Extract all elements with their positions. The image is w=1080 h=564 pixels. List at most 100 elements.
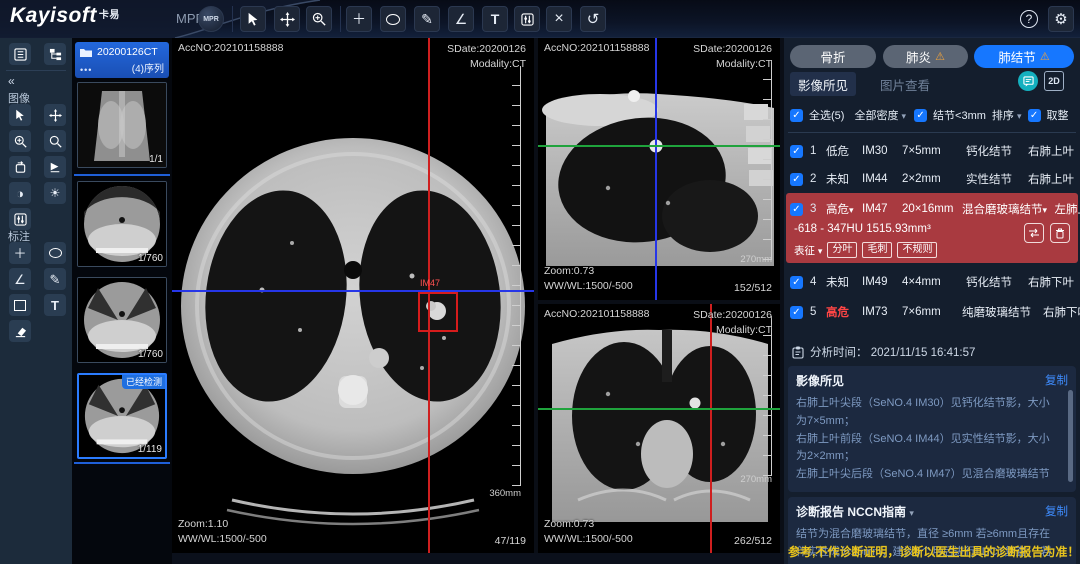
contrast-side-button[interactable]: ◑ (9, 182, 31, 204)
round-checkbox[interactable] (1028, 109, 1041, 122)
nodule-row-1[interactable]: 1 低危 IM30 7×5mm 钙化结节 右肺上叶 (786, 137, 1078, 165)
ellipse-icon (49, 248, 62, 258)
ellipse-tool-button[interactable] (380, 6, 406, 32)
copy-report-button[interactable]: 复制 (1045, 503, 1068, 519)
small-nodule-checkbox[interactable] (914, 109, 927, 122)
thumbnail-ct-2[interactable]: 1/760 (77, 277, 167, 363)
text-tool-button[interactable]: T (482, 6, 508, 32)
trash-icon (1055, 228, 1065, 239)
delete-nodule-button[interactable] (1050, 223, 1070, 243)
crosshair-icon: ＋ (352, 12, 366, 26)
brightness-side-button[interactable]: ☀ (44, 182, 66, 204)
sort-dropdown[interactable]: 排序 ▾ (992, 107, 1022, 123)
tab-image-view[interactable]: 图片查看 (872, 72, 938, 96)
viewport-axial[interactable]: IM47 360mm AccNO:202101158888 SDate:2020… (172, 38, 534, 553)
zoom-tool-button[interactable] (306, 6, 332, 32)
magnify-side-button[interactable] (44, 130, 66, 152)
pointer-tool-side-button[interactable] (9, 104, 31, 126)
zoom-in-side-button[interactable] (9, 130, 31, 152)
warning-icon: ⚠ (1040, 50, 1050, 63)
pointer-tool-button[interactable] (240, 6, 266, 32)
measure-tool-button[interactable]: ✎ (414, 6, 440, 32)
thumbnail-xray[interactable]: 1/1 (77, 82, 167, 168)
nodule-row-5[interactable]: 5 高危 IM73 7×6mm 纯磨玻璃结节 右肺下叶 (786, 298, 1078, 326)
nodule-row-2[interactable]: 2 未知 IM44 2×2mm 实性结节 右肺上叶 (786, 165, 1078, 193)
crosshair-horizontal-green[interactable] (538, 145, 780, 147)
app-logo: Kayisoft卡易 (10, 4, 120, 28)
mode-lung-nodule-button[interactable]: 肺结节⚠ (974, 45, 1074, 68)
cine-play-side-button[interactable] (44, 156, 66, 178)
type-dropdown[interactable]: 混合磨玻璃结节▾ (962, 201, 1047, 217)
layout-button[interactable] (9, 43, 31, 65)
levels-side-button[interactable] (9, 208, 31, 230)
crosshair-horizontal-blue[interactable] (172, 290, 534, 292)
crosshair-horizontal-green[interactable] (538, 408, 780, 410)
viewport-sagittal[interactable]: 270mm AccNO:202101158888 SDate:20200126M… (538, 38, 780, 300)
scale-ruler (512, 66, 520, 486)
text-icon: T (491, 12, 500, 26)
nodule-roi-box[interactable] (418, 292, 458, 332)
location-dropdown[interactable]: 左肺上叶▾ (1047, 201, 1080, 217)
swap-arrows-icon (1028, 228, 1040, 238)
zoom-in-icon (312, 12, 326, 26)
angle-tool-button[interactable]: ∠ (448, 6, 474, 32)
crosshair-icon: ＋ (13, 247, 26, 260)
swap-nodule-button[interactable] (1024, 223, 1044, 243)
risk-dropdown[interactable]: 高危▾ (826, 201, 862, 217)
nodule-checkbox[interactable] (790, 306, 803, 319)
crosshair-tool-button[interactable]: ＋ (346, 6, 372, 32)
nodule-row-3-main[interactable]: 3 高危▾ IM47 20×16mm 混合磨玻璃结节▾ 左肺上叶▾ (786, 195, 1078, 223)
reset-icon: ↺ (587, 12, 600, 27)
view-2d-toggle-button[interactable]: 2D (1044, 71, 1064, 91)
series-structure-button[interactable] (44, 43, 66, 65)
scale-ruler-label: 360mm (489, 488, 521, 499)
nodule-checkbox[interactable] (790, 203, 803, 216)
copy-findings-button[interactable]: 复制 (1045, 372, 1068, 388)
nodule-checkbox[interactable] (790, 276, 803, 289)
pointer-icon (246, 12, 260, 26)
study-header[interactable]: 20200126CT ••• (4)序列 (75, 42, 169, 78)
reset-button[interactable]: ↺ (580, 6, 606, 32)
thumbnail-ct-3-selected[interactable]: 已经检测 1/119 (77, 373, 167, 459)
select-all-checkbox[interactable] (790, 109, 803, 122)
mode-pneumonia-button[interactable]: 肺炎⚠ (883, 45, 968, 68)
series-thumbnail-panel: 20200126CT ••• (4)序列 1/1 (72, 38, 172, 564)
angle-annot-button[interactable]: ∠ (9, 268, 31, 290)
collapse-sidebar-button[interactable]: « (8, 74, 15, 88)
pan-icon (280, 12, 295, 27)
slice-index-overlay: 47/119 (495, 535, 526, 547)
rotate-side-button[interactable] (9, 156, 31, 178)
help-button[interactable]: ? (1016, 6, 1042, 32)
settings-button[interactable]: ⚙ (1048, 6, 1074, 32)
rectangle-icon (14, 300, 26, 311)
mode-fracture-button[interactable]: 骨折 (790, 45, 876, 68)
tab-findings[interactable]: 影像所见 (790, 72, 856, 96)
study-more-button[interactable]: ••• (80, 65, 92, 75)
pan-tool-side-button[interactable] (44, 104, 66, 126)
thumbnail-ct-1[interactable]: 1/760 (77, 181, 167, 267)
viewport-coronal[interactable]: 270mm AccNO:202101158888 SDate:20200126M… (538, 304, 780, 553)
nodule-checkbox[interactable] (790, 145, 803, 158)
report-bubble-button[interactable] (1018, 71, 1038, 91)
detected-badge: 已经检测 (122, 374, 166, 389)
close-tool-button[interactable]: × (546, 6, 572, 32)
crosshair-vertical-blue[interactable] (655, 38, 657, 300)
findings-scrollbar[interactable] (1068, 390, 1073, 482)
nodule-row-4[interactable]: 4 未知 IM49 4×4mm 钙化结节 右肺下叶 (786, 268, 1078, 296)
rect-annot-button[interactable] (9, 294, 31, 316)
gear-icon: ⚙ (1054, 12, 1067, 27)
mpr-mode-button[interactable]: MPR (198, 6, 224, 32)
density-filter-dropdown[interactable]: 全部密度 ▾ (854, 107, 906, 123)
pan-tool-button[interactable] (274, 6, 300, 32)
nodule-row-3-selected[interactable]: 3 高危▾ IM47 20×16mm 混合磨玻璃结节▾ 左肺上叶▾ -618 -… (786, 193, 1078, 263)
crosshair-vertical-red[interactable] (710, 304, 712, 553)
feature-dropdown[interactable]: 表征 ▾ (794, 243, 822, 258)
crosshair-annot-button[interactable]: ＋ (9, 242, 31, 264)
nodule-checkbox[interactable] (790, 173, 803, 186)
nodule-feature-tags: 表征 ▾ 分叶 毛刺 不规则 (794, 242, 937, 258)
ellipse-annot-button[interactable] (44, 242, 66, 264)
window-level-button[interactable] (514, 6, 540, 32)
text-annot-button[interactable]: T (44, 294, 66, 316)
eraser-annot-button[interactable] (9, 320, 31, 342)
pencil-annot-button[interactable]: ✎ (44, 268, 66, 290)
